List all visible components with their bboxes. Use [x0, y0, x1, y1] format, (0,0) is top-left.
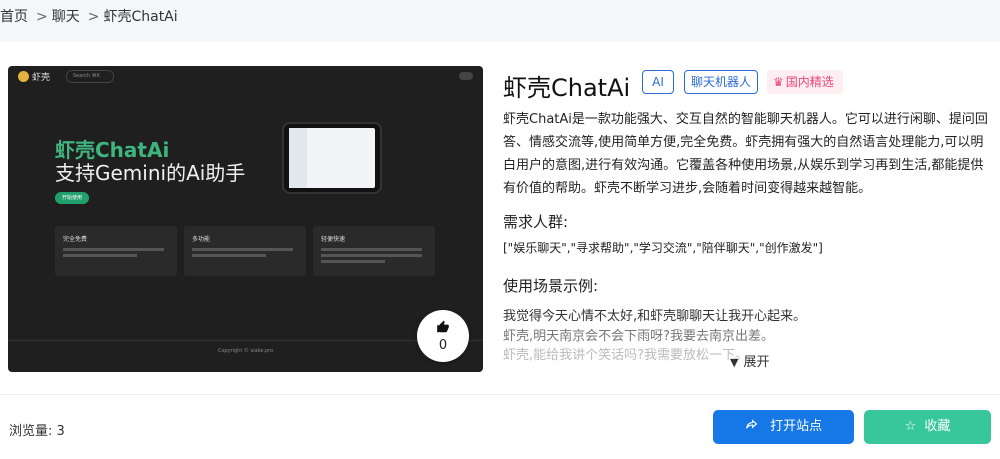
preview-search-placeholder: Search: [73, 73, 91, 79]
tablet-mockup: [282, 122, 382, 194]
tool-card: 虾壳 Search ⌘K 虾壳ChatAi 支持Gemini的Ai助手 开始使用…: [0, 42, 1000, 459]
preview-feature-card: 完全免费: [55, 226, 177, 276]
favorite-label: 收藏: [924, 419, 951, 434]
tag-ai[interactable]: AI: [642, 70, 674, 94]
audience-heading: 需求人群:: [503, 213, 569, 231]
examples-heading: 使用场景示例:: [503, 277, 599, 295]
preview-headline-2: 支持Gemini的Ai助手: [55, 161, 246, 185]
expand-button[interactable]: ▼ 展开: [730, 351, 769, 370]
open-site-label: 打开站点: [770, 419, 823, 434]
tool-title: 虾壳ChatAi: [503, 74, 631, 102]
breadcrumb-chat[interactable]: 聊天: [52, 9, 80, 25]
chevron-down-icon: ▼: [730, 356, 739, 369]
example-item: 我觉得今天心情不太好,和虾壳聊聊天让我开心起来。: [503, 309, 807, 324]
views-value: 3: [56, 424, 65, 439]
tool-description: 虾壳ChatAi是一款功能强大、交互自然的智能聊天机器人。它可以进行闲聊、提问回…: [503, 112, 988, 196]
theme-toggle-icon: [459, 72, 473, 80]
preview-search: Search ⌘K: [66, 70, 114, 83]
bookmark-icon: ☆: [904, 419, 917, 434]
logo-icon: [18, 71, 29, 82]
premium-badge: ♛ 国内精选: [767, 70, 843, 94]
footer-divider: [0, 394, 1000, 395]
preview-logo: 虾壳: [18, 70, 50, 83]
thumbs-up-icon: [417, 320, 469, 338]
preview-cta: 开始使用: [55, 192, 89, 204]
tablet-sidebar: [289, 128, 307, 188]
audience-list: ["娱乐聊天","寻求帮助","学习交流","陪伴聊天","创作激发"]: [503, 241, 823, 255]
preview-divider: [8, 340, 483, 341]
preview-feature-title: 多功能: [192, 236, 211, 243]
breadcrumb-home[interactable]: 首页: [0, 9, 28, 25]
like-button[interactable]: 0: [417, 310, 469, 362]
example-item: 虾壳,明天南京会不会下雨呀?我要去南京出差。: [503, 329, 775, 344]
share-icon: [745, 419, 762, 434]
preview-feature-card: 轻便快速: [313, 226, 435, 276]
preview-feature-title: 完全免费: [63, 236, 88, 243]
premium-label: 国内精选: [785, 75, 834, 89]
views-label: 浏览量:: [9, 424, 53, 439]
open-site-button[interactable]: 打开站点: [713, 410, 854, 444]
crown-icon: ♛: [773, 75, 784, 89]
breadcrumb-separator: >: [87, 9, 100, 25]
preview-feature-title: 轻便快速: [321, 236, 346, 243]
breadcrumb: 首页 > 聊天 > 虾壳ChatAi: [0, 6, 182, 26]
tag-chatbot[interactable]: 聊天机器人: [684, 70, 758, 94]
preview-screenshot: 虾壳 Search ⌘K 虾壳ChatAi 支持Gemini的Ai助手 开始使用…: [8, 66, 483, 372]
preview-search-shortcut: ⌘K: [91, 73, 101, 79]
preview-feature-card: 多功能: [184, 226, 306, 276]
view-count: 浏览量: 3: [9, 420, 65, 439]
like-count: 0: [438, 338, 448, 353]
preview-logo-text: 虾壳: [32, 73, 51, 83]
preview-topbar: 虾壳 Search ⌘K: [8, 66, 483, 86]
favorite-button[interactable]: ☆ 收藏: [864, 410, 991, 444]
breadcrumb-current: 虾壳ChatAi: [103, 9, 178, 25]
breadcrumb-separator: >: [36, 9, 48, 25]
preview-footer: Copyright © siake.pro: [217, 348, 274, 354]
expand-label: 展开: [743, 355, 770, 370]
